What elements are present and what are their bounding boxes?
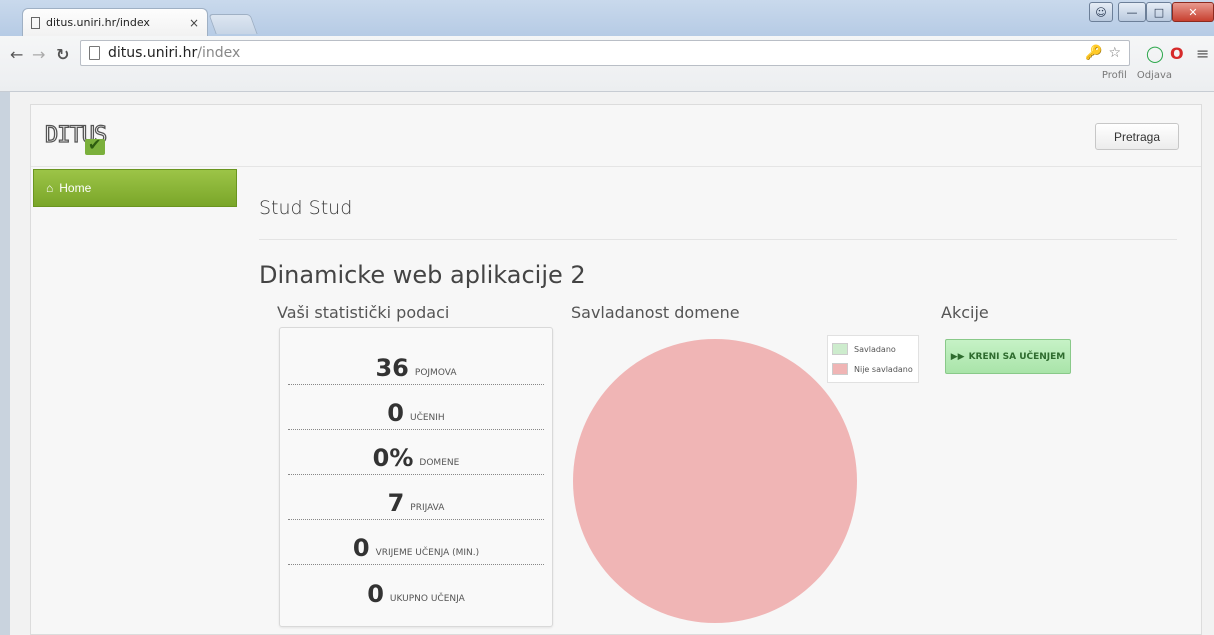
legend-item: Nije savladano <box>832 359 914 379</box>
stat-row: 36 POJMOVA <box>288 340 544 385</box>
menu-icon[interactable]: ≡ <box>1196 44 1209 63</box>
stat-label: POJMOVA <box>414 368 457 378</box>
legend-swatch <box>832 363 848 375</box>
stat-row: 0 UKUPNO UČENJA <box>288 565 544 610</box>
tab-title: ditus.uniri.hr/index <box>46 16 150 29</box>
sidebar-item-home[interactable]: ⌂ Home <box>33 169 237 207</box>
stat-label: VRIJEME UČENJA (MIN.) <box>375 548 480 558</box>
top-links: Profil Odjava <box>1102 70 1172 81</box>
forward-icon[interactable]: → <box>32 45 45 64</box>
home-icon: ⌂ <box>46 181 54 195</box>
app-panel: DITUS Pretraga ⌂ Home Stud Stud Dinamick… <box>30 104 1202 635</box>
logo-check-icon <box>85 135 105 155</box>
url-host: ditus.uniri.hr <box>108 45 198 61</box>
logout-link[interactable]: Odjava <box>1137 70 1172 81</box>
stat-value: 0 <box>387 399 404 427</box>
maximize-button[interactable]: □ <box>1146 2 1172 22</box>
back-icon[interactable]: ← <box>10 45 23 64</box>
stat-row: 0 VRIJEME UČENJA (MIN.) <box>288 520 544 565</box>
chrome-extension-icon[interactable]: ◯ <box>1146 44 1164 63</box>
sidebar-item-label: Home <box>59 181 92 195</box>
pie-chart <box>573 339 857 623</box>
search-button[interactable]: Pretraga <box>1095 123 1179 150</box>
legend-label: Savladano <box>854 344 896 354</box>
page-icon <box>31 16 40 29</box>
stats-heading: Vaši statistički podaci <box>277 303 450 322</box>
start-learning-button[interactable]: ▶▶ KRENI SA UČENJEM <box>945 339 1071 374</box>
profile-link[interactable]: Profil <box>1102 70 1127 81</box>
user-icon[interactable]: ☺ <box>1089 2 1113 22</box>
stats-box: 36 POJMOVA 0 UČENIH 0% DOMENE 7 PRIJAVA 0 VRIJEME… <box>279 327 553 627</box>
site-header: DITUS Pretraga <box>31 105 1201 167</box>
stat-row: 0% DOMENE <box>288 430 544 475</box>
chart-heading: Savladanost domene <box>571 303 740 322</box>
legend-label: Nije savladano <box>854 364 913 374</box>
stat-value: 0 <box>352 534 370 562</box>
main-content: Stud Stud Dinamicke web aplikacije 2 Vaš… <box>259 167 1195 635</box>
opera-icon[interactable]: O <box>1170 44 1184 63</box>
start-learning-label: KRENI SA UČENJEM <box>968 351 1066 362</box>
stat-value: 0% <box>372 444 414 472</box>
stat-label: UKUPNO UČENJA <box>389 594 465 604</box>
reload-icon[interactable]: ↻ <box>56 45 69 64</box>
close-window-button[interactable]: ✕ <box>1172 2 1214 22</box>
url-path: /index <box>197 45 241 61</box>
stat-label: UČENIH <box>409 413 445 423</box>
address-bar[interactable]: ditus.uniri.hr/index 🔑 ☆ <box>80 40 1130 66</box>
chart-legend: Savladano Nije savladano <box>827 335 919 383</box>
fast-forward-icon: ▶▶ <box>950 351 965 362</box>
sidebar: ⌂ Home <box>33 169 237 635</box>
legend-swatch <box>832 343 848 355</box>
divider <box>259 239 1177 240</box>
stat-label: DOMENE <box>419 458 460 468</box>
course-title: Dinamicke web aplikacije 2 <box>259 261 586 289</box>
user-name: Stud Stud <box>259 197 353 219</box>
stat-value: 0 <box>367 580 384 608</box>
window-titlebar: ditus.uniri.hr/index × ☺ — □ ✕ <box>0 0 1214 36</box>
stat-value: 7 <box>387 489 405 517</box>
legend-item: Savladano <box>832 339 914 359</box>
stat-value: 36 <box>375 354 409 382</box>
browser-toolbar: ← → ↻ ditus.uniri.hr/index 🔑 ☆ ◯ O ≡ Pro… <box>0 36 1214 99</box>
pie-slice-nije-savladano <box>573 339 857 623</box>
browser-tab[interactable]: ditus.uniri.hr/index × <box>22 8 208 36</box>
actions-heading: Akcije <box>941 303 989 322</box>
key-icon[interactable]: 🔑 <box>1085 45 1102 61</box>
new-tab-button[interactable] <box>208 14 258 34</box>
stat-row: 0 UČENIH <box>288 385 544 430</box>
page-icon <box>89 46 100 60</box>
stat-row: 7 PRIJAVA <box>288 475 544 520</box>
page: DITUS Pretraga ⌂ Home Stud Stud Dinamick… <box>0 92 1214 635</box>
tab-close-icon[interactable]: × <box>189 16 199 30</box>
minimize-button[interactable]: — <box>1118 2 1146 22</box>
star-icon[interactable]: ☆ <box>1108 45 1121 61</box>
stat-label: PRIJAVA <box>410 503 445 513</box>
